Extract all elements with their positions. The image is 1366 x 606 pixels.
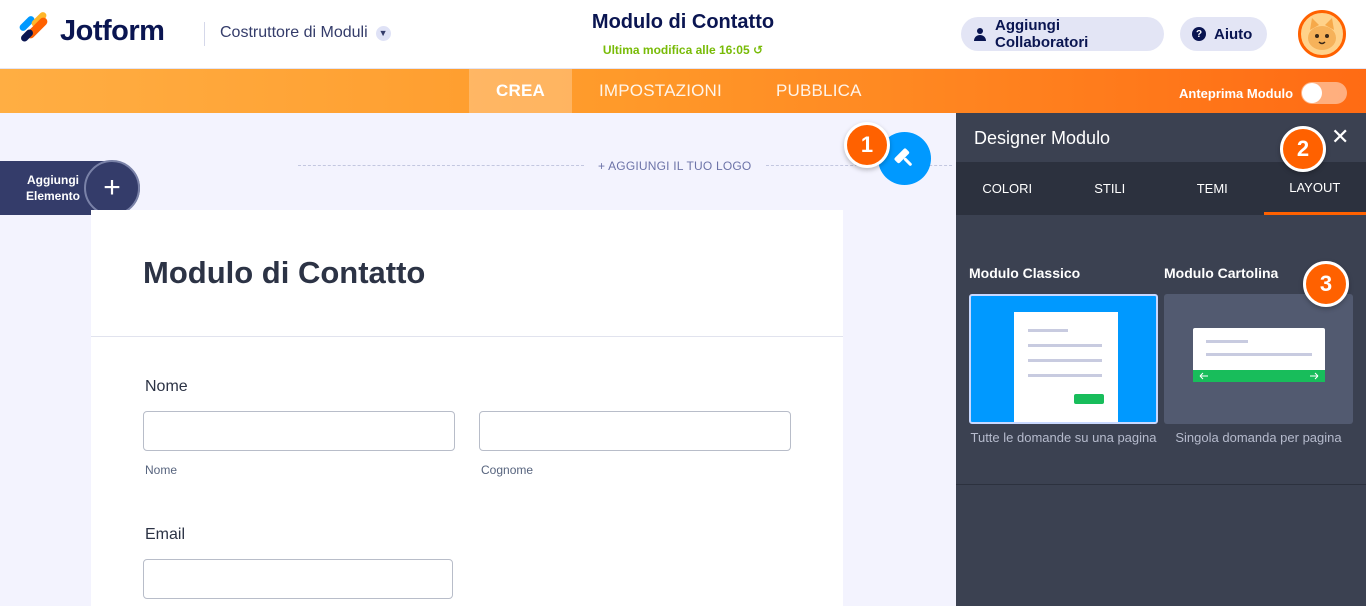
classic-form-description: Tutte le domande su una pagina: [970, 430, 1157, 445]
form-preview-toggle[interactable]: [1301, 82, 1348, 104]
add-collaborators-label: Aggiungi Collaboratori: [995, 17, 1089, 51]
tab-stili[interactable]: STILI: [1059, 162, 1162, 215]
tab-pubblica[interactable]: PUBBLICA: [749, 69, 889, 113]
user-icon: [973, 27, 987, 41]
logo-dashed-line-left: [298, 165, 584, 166]
classic-form-title: Modulo Classico: [969, 265, 1081, 281]
card-form-illustration: [1193, 328, 1325, 382]
main-navbar: CREA IMPOSTAZIONI PUBBLICA Anteprima Mod…: [0, 69, 1366, 113]
card-form-description: Singola domanda per pagina: [1175, 430, 1342, 445]
step-marker-3: 3: [1303, 261, 1349, 307]
form-card: Modulo di Contatto Nome Nome Cognome Ema…: [91, 210, 843, 606]
tab-colori[interactable]: COLORI: [956, 162, 1059, 215]
form-preview-control: Anteprima Modulo: [1179, 82, 1348, 104]
close-icon[interactable]: ✕: [1331, 124, 1349, 150]
avatar-cat-icon: [1302, 14, 1342, 54]
tab-crea[interactable]: CREA: [469, 69, 572, 113]
last-name-input[interactable]: [479, 411, 791, 451]
plus-icon: +: [84, 160, 140, 216]
first-name-sublabel: Nome: [145, 463, 178, 477]
card-form-option[interactable]: [1164, 294, 1353, 424]
help-button[interactable]: ? Aiuto: [1180, 17, 1267, 51]
nav-tabs: CREA IMPOSTAZIONI PUBBLICA: [469, 69, 889, 113]
add-collaborators-button[interactable]: Aggiungi Collaboratori: [961, 17, 1164, 51]
form-preview-label: Anteprima Modulo: [1179, 85, 1294, 101]
add-element-label: Aggiungi Elemento: [25, 173, 80, 203]
panel-title: Designer Modulo: [974, 128, 1111, 148]
last-name-sublabel: Cognome: [481, 463, 534, 477]
top-header: Jotform Costruttore di Moduli ▼ Modulo d…: [0, 0, 1366, 69]
form-designer-panel: Designer Modulo ✕ COLORI STILI TEMI LAYO…: [956, 113, 1366, 606]
tab-temi[interactable]: TEMI: [1161, 162, 1264, 215]
form-heading-divider: [91, 336, 843, 337]
help-label: Aiuto: [1214, 25, 1253, 43]
step-marker-2: 2: [1280, 126, 1326, 172]
classic-form-illustration: [1014, 312, 1118, 424]
avatar[interactable]: [1298, 10, 1346, 58]
email-input[interactable]: [143, 559, 453, 599]
classic-form-option[interactable]: [969, 294, 1158, 424]
layout-options: Modulo Classico Modulo Cartolina Tutte l…: [956, 215, 1366, 485]
add-logo-link[interactable]: + AGGIUNGI IL TUO LOGO: [598, 159, 751, 173]
tab-impostazioni[interactable]: IMPOSTAZIONI: [572, 69, 749, 113]
undo-icon: ↺: [753, 43, 764, 57]
last-modified-text: Ultima modifica alle 16:05: [602, 43, 750, 57]
email-field-label: Email: [145, 526, 186, 543]
first-name-input[interactable]: [143, 411, 455, 451]
question-icon: ?: [1192, 27, 1206, 41]
name-field-label: Nome: [145, 378, 188, 395]
paint-roller-icon: [894, 148, 912, 166]
last-modified-status[interactable]: Ultima modifica alle 16:05 ↺: [0, 43, 1366, 57]
card-form-title: Modulo Cartolina: [1164, 265, 1279, 281]
step-marker-1: 1: [844, 122, 890, 168]
tab-layout[interactable]: LAYOUT: [1263, 162, 1366, 215]
form-heading[interactable]: Modulo di Contatto: [143, 255, 425, 291]
add-element-button[interactable]: Aggiungi Elemento +: [0, 160, 140, 216]
